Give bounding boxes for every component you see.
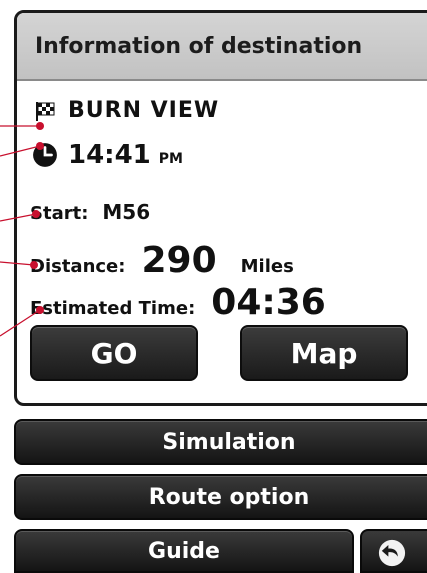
distance-unit: Miles <box>240 256 294 277</box>
simulation-button[interactable]: Simulation <box>14 419 427 465</box>
start-row: Start: M56 <box>30 200 150 224</box>
panel-header: Information of destination <box>17 13 427 81</box>
estimated-time-row: Estimated Time: 04:36 <box>30 282 326 323</box>
estimated-time-value: 04:36 <box>211 282 326 323</box>
checkered-flag-icon <box>36 101 55 121</box>
page-title: Information of destination <box>35 33 363 59</box>
start-value: M56 <box>102 200 151 224</box>
distance-value: 290 <box>141 240 217 281</box>
go-button[interactable]: GO <box>30 325 198 381</box>
distance-row: Distance: 290 Miles <box>30 240 294 281</box>
destination-name: BURN VIEW <box>68 98 220 123</box>
distance-label: Distance: <box>30 256 126 277</box>
arrival-ampm: PM <box>158 151 183 167</box>
start-label: Start: <box>30 203 89 224</box>
route-option-button[interactable]: Route option <box>14 474 427 520</box>
destination-row: BURN VIEW <box>34 98 219 123</box>
arrival-time-row: 14:41 PM <box>32 140 183 170</box>
guide-button[interactable]: Guide <box>14 529 354 573</box>
back-button[interactable] <box>360 529 427 573</box>
estimated-time-label: Estimated Time: <box>30 298 196 319</box>
arrival-time: 14:41 <box>68 140 151 170</box>
back-arrow-icon <box>378 539 406 567</box>
map-button[interactable]: Map <box>240 325 408 381</box>
clock-icon <box>33 143 57 167</box>
